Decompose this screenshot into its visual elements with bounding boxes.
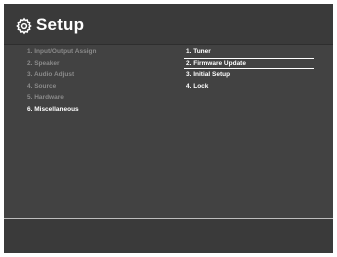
category-menu: 1. Input/Output Assign 2. Speaker 3. Aud…	[27, 46, 96, 115]
menu-item-audio-adjust[interactable]: 3. Audio Adjust	[27, 69, 96, 81]
menu-item-hardware[interactable]: 5. Hardware	[27, 92, 96, 104]
menu-item-miscellaneous[interactable]: 6. Miscellaneous	[27, 104, 96, 116]
submenu: 1. Tuner 2. Firmware Update 3. Initial S…	[184, 46, 314, 92]
submenu-item-firmware-update[interactable]: 2. Firmware Update	[184, 57, 314, 69]
submenu-item-lock[interactable]: 4. Lock	[184, 81, 314, 93]
menu-item-input-output-assign[interactable]: 1. Input/Output Assign	[27, 46, 96, 58]
gear-icon	[15, 17, 33, 35]
header-bar: Setup	[4, 4, 333, 45]
submenu-item-tuner[interactable]: 1. Tuner	[184, 46, 314, 58]
setup-screen: Setup 1. Input/Output Assign 2. Speaker …	[4, 4, 333, 253]
menu-item-speaker[interactable]: 2. Speaker	[27, 58, 96, 70]
page-title: Setup	[36, 15, 85, 34]
submenu-item-initial-setup[interactable]: 3. Initial Setup	[184, 69, 314, 81]
footer-bar	[4, 219, 333, 253]
menu-item-source[interactable]: 4. Source	[27, 81, 96, 93]
